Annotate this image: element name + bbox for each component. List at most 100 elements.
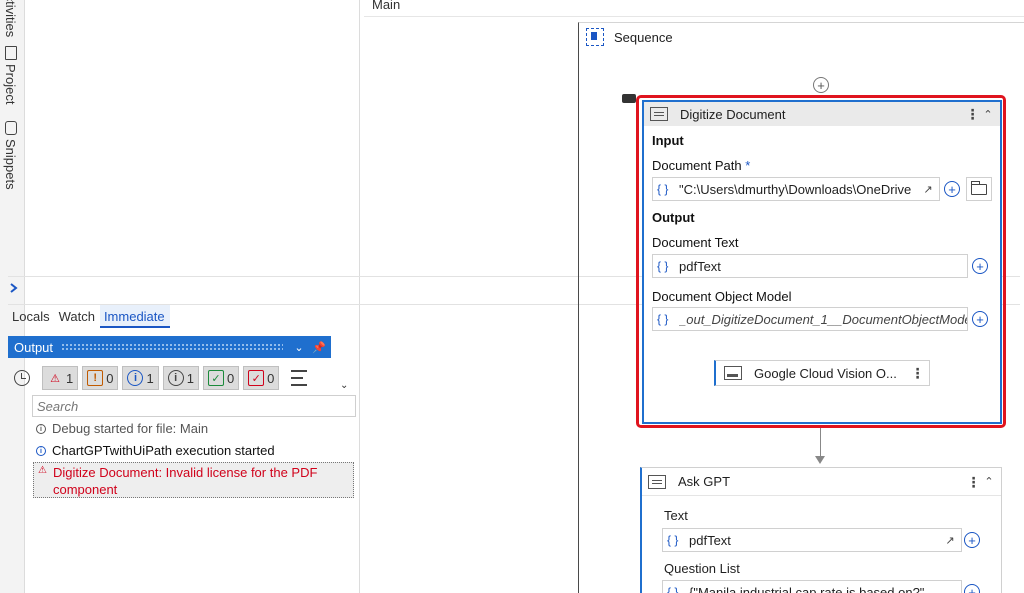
ocr-engine-title: Google Cloud Vision O...: [754, 365, 897, 381]
rail-tab-project[interactable]: Project: [3, 46, 18, 104]
ocr-engine-menu-kebab-icon[interactable]: ⋮: [909, 366, 925, 380]
input-section-heading: Input: [652, 133, 684, 148]
more-filters-chevron-icon[interactable]: ⌄: [340, 380, 348, 391]
document-text-field[interactable]: { } pdfText: [652, 254, 968, 278]
text-label: Text: [664, 508, 688, 523]
output-search-input[interactable]: [32, 395, 356, 417]
left-panel: [25, 0, 360, 593]
error-triangle-icon: ⚠: [38, 465, 47, 476]
question-list-label: Question List: [664, 561, 740, 576]
expression-braces-icon: { }: [657, 259, 669, 273]
panel-menu-chevron-icon[interactable]: ⌄: [291, 341, 307, 354]
side-rail: Activities Project Snippets: [0, 0, 25, 593]
sequence-icon: [586, 28, 604, 46]
warnings-count: 0: [106, 370, 114, 386]
clear-list-icon[interactable]: [291, 370, 309, 386]
tab-immediate[interactable]: Immediate: [99, 305, 170, 328]
output-section-heading: Output: [652, 210, 695, 225]
activity-menu-kebab-icon[interactable]: ⋮: [965, 475, 981, 489]
ocr-engine-activity[interactable]: Google Cloud Vision O... ⋮: [714, 360, 930, 386]
collapse-chevron-icon[interactable]: ⌃: [980, 108, 996, 121]
expand-chevron-icon[interactable]: [10, 283, 18, 293]
log-entry[interactable]: i ChartGPTwithUiPath execution started: [36, 443, 275, 458]
collapse-chevron-icon[interactable]: ⌃: [981, 475, 997, 488]
designer-file-tab[interactable]: Main: [372, 0, 400, 12]
question-list-field[interactable]: { } {"Manila industrial cap rate is base…: [662, 580, 962, 593]
expression-braces-icon: { }: [657, 312, 669, 326]
activity-title: Ask GPT: [678, 474, 731, 489]
document-text-value: pdfText: [679, 258, 721, 274]
filter-trace-button[interactable]: i 1: [162, 366, 199, 390]
document-path-field[interactable]: { } "C:\Users\dmurthy\Downloads\OneDrive…: [652, 177, 940, 201]
expand-editor-icon[interactable]: ↗: [921, 183, 935, 196]
errors-count: 1: [66, 370, 74, 386]
filter-fail-button[interactable]: ✓ 0: [243, 366, 280, 390]
text-field[interactable]: { } pdfText ↗: [662, 528, 962, 552]
document-object-model-field[interactable]: { } _out_DigitizeDocument_1__DocumentObj…: [652, 307, 968, 331]
filter-info-button[interactable]: i 1: [122, 366, 159, 390]
expression-braces-icon: { }: [657, 182, 669, 196]
activity-title: Digitize Document: [680, 106, 786, 122]
error-triangle-icon: ⚠: [50, 372, 60, 385]
browse-folder-button[interactable]: [966, 177, 992, 201]
check-icon: ✓: [207, 370, 224, 386]
log-text: Digitize Document: Invalid license for t…: [52, 465, 318, 497]
tab-locals[interactable]: Locals: [8, 305, 55, 328]
info-icon: i: [36, 446, 46, 456]
pin-icon[interactable]: 📌: [311, 341, 327, 354]
digitize-document-icon: [650, 107, 668, 121]
trace-icon: i: [36, 424, 46, 434]
drag-grip[interactable]: [61, 343, 283, 351]
document-object-model-value: _out_DigitizeDocument_1__DocumentObjectM…: [679, 311, 967, 327]
trace-count: 1: [186, 370, 194, 386]
activity-menu-kebab-icon[interactable]: ⋮: [964, 107, 980, 121]
rail-label-project: Project: [3, 64, 18, 105]
fail-check-icon: ✓: [248, 370, 265, 386]
add-variable-plus-icon[interactable]: +: [972, 311, 988, 327]
success-count: 0: [226, 370, 235, 386]
output-panel-header: Output ⌄ 📌: [8, 336, 331, 358]
output-filter-bar: ⚠ 1 ! 0 i 1 i 1 ✓ 0 ✓ 0: [8, 364, 331, 392]
document-path-label-text: Document Path: [652, 158, 742, 173]
expression-braces-icon: { }: [667, 585, 679, 593]
timestamp-toggle-icon[interactable]: [14, 370, 30, 386]
activity-header[interactable]: Ask GPT ⋮ ⌃: [642, 468, 1001, 496]
folder-icon: [971, 180, 987, 195]
add-variable-plus-icon[interactable]: +: [964, 584, 980, 593]
sequence-header[interactable]: Sequence: [586, 28, 673, 46]
trace-icon: i: [167, 370, 184, 386]
insert-activity-plus-icon[interactable]: +: [813, 77, 829, 93]
fail-count: 0: [267, 370, 275, 386]
tab-watch[interactable]: Watch: [55, 305, 100, 328]
activity-header[interactable]: Digitize Document ⋮ ⌃: [644, 102, 1000, 126]
info-icon: i: [127, 370, 144, 386]
ask-gpt-icon: [648, 474, 666, 489]
filter-warnings-button[interactable]: ! 0: [82, 366, 119, 390]
add-variable-plus-icon[interactable]: +: [964, 532, 980, 548]
rail-label-snippets: Snippets: [3, 139, 18, 190]
rail-tab-snippets[interactable]: Snippets: [3, 121, 18, 190]
filter-success-button[interactable]: ✓ 0: [202, 366, 240, 390]
expand-editor-icon[interactable]: ↗: [943, 534, 957, 547]
ask-gpt-activity[interactable]: Ask GPT ⋮ ⌃ Text { } pdfText ↗ + Questio…: [640, 467, 1002, 593]
breakpoint-marker[interactable]: [622, 94, 636, 103]
document-object-model-label: Document Object Model: [652, 289, 792, 304]
add-variable-plus-icon[interactable]: +: [972, 258, 988, 274]
filter-errors-button[interactable]: ⚠ 1: [42, 366, 79, 390]
log-entry[interactable]: i Debug started for file: Main: [36, 421, 208, 436]
text-value: pdfText: [689, 532, 731, 548]
designer-divider: [364, 16, 1024, 17]
add-variable-plus-icon[interactable]: +: [944, 181, 960, 197]
rail-label-activities: Activities: [3, 0, 18, 38]
output-title: Output: [14, 339, 54, 355]
flow-connector: [820, 428, 821, 458]
warning-icon: !: [87, 370, 104, 386]
project-icon: [4, 46, 17, 60]
rail-tab-activities[interactable]: Activities: [3, 0, 18, 37]
sequence-title: Sequence: [614, 29, 673, 45]
expression-braces-icon: { }: [667, 533, 679, 547]
ocr-engine-icon: [724, 366, 742, 380]
document-path-value: "C:\Users\dmurthy\Downloads\OneDrive: [679, 181, 912, 197]
digitize-document-activity[interactable]: Digitize Document ⋮ ⌃ Input Document Pat…: [642, 100, 1002, 424]
log-entry-error[interactable]: ⚠ Digitize Document: Invalid license for…: [33, 462, 354, 498]
